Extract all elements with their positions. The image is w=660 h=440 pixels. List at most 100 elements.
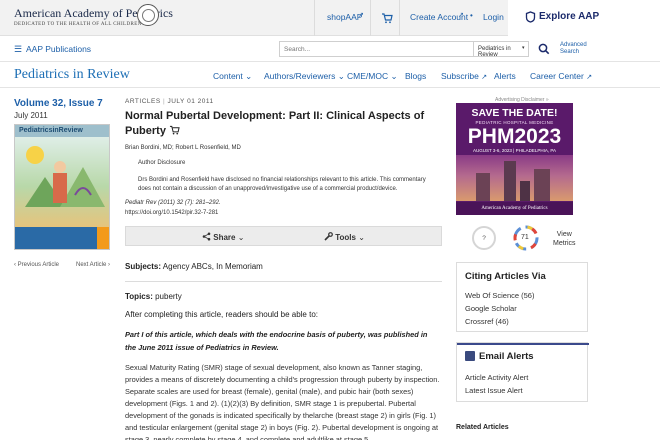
envelope-icon xyxy=(465,351,475,361)
article-type: ARTICLES xyxy=(125,98,161,105)
external-link-icon: ↗ xyxy=(358,12,364,19)
chevron-down-icon: ⌄ xyxy=(245,71,253,81)
altmetric-score: 71 xyxy=(521,234,529,241)
advanced-search-line2: Search xyxy=(560,49,580,55)
dimensions-badge[interactable]: ? xyxy=(472,226,496,250)
article-authors[interactable]: Brian Bordini, MD; Robert L Rosenfield, … xyxy=(125,145,241,151)
article-title: Normal Pubertal Development: Part II: Cl… xyxy=(125,109,425,139)
divider xyxy=(370,0,371,36)
nav-cme-moc[interactable]: CME/MOC ⌄ xyxy=(347,71,398,82)
cart-icon[interactable] xyxy=(169,125,180,135)
view-metrics-line1: View xyxy=(556,231,572,238)
topics-label: Topics: xyxy=(125,292,153,301)
external-link-icon: ↗ xyxy=(586,74,593,81)
author-disclosure-text: Drs Bordini and Rosenfield have disclose… xyxy=(138,177,426,192)
ad-big-text: PHM2023 xyxy=(467,125,562,148)
explore-icon xyxy=(525,11,536,23)
citing-articles-panel: Citing Articles Via Web Of Science (56) … xyxy=(456,262,588,332)
search-scope-select[interactable]: Pediatrics in Review ▾ xyxy=(473,42,528,58)
aap-seal-icon xyxy=(137,4,159,26)
learning-objectives-intro: After completing this article, readers s… xyxy=(125,310,318,319)
ad-headline: SAVE THE DATE! xyxy=(471,107,558,119)
nav-authors-reviewers[interactable]: Authors/Reviewers ⌄ xyxy=(264,71,345,82)
divider xyxy=(125,281,442,282)
email-alerts-heading: Email Alerts xyxy=(479,351,534,362)
nav-subscribe[interactable]: Subscribe ↗ xyxy=(441,71,487,81)
subjects-value[interactable]: Agency ABCs, In Memoriam xyxy=(163,262,263,271)
cover-artwork xyxy=(15,137,109,227)
advanced-search-line1: Advanced xyxy=(560,42,587,48)
article-date: JULY 01 2011 xyxy=(167,98,214,105)
latest-issue-alert-link[interactable]: Latest Issue Alert xyxy=(465,386,523,395)
share-label: Share xyxy=(213,233,236,242)
top-bar: American Academy of Pediatrics DEDICATED… xyxy=(0,0,660,36)
article-doi-link[interactable]: https://doi.org/10.1542/pir.32-7-281 xyxy=(125,210,218,216)
next-article-link[interactable]: Next Article › xyxy=(76,262,110,268)
hamburger-menu-icon[interactable]: ☰ xyxy=(14,44,22,55)
related-articles-heading: Related Articles xyxy=(456,424,509,431)
google-scholar-link[interactable]: Google Scholar xyxy=(465,304,517,313)
subjects-label: Subjects: xyxy=(125,262,162,271)
issue-volume-link[interactable]: Volume 32, Issue 7 xyxy=(14,98,103,109)
wrench-icon xyxy=(324,232,333,241)
share-icon xyxy=(202,232,211,241)
ad-city-skyline xyxy=(456,155,573,201)
publications-bar: ☰ AAP Publications Pediatrics in Review … xyxy=(0,36,660,62)
panel-accent xyxy=(457,343,589,345)
chevron-down-icon: ⌄ xyxy=(358,233,365,242)
external-link-icon: ↗ xyxy=(481,74,488,81)
author-disclosure-heading: Author Disclosure xyxy=(138,160,186,166)
divider xyxy=(399,0,400,36)
view-metrics-line2: Metrics xyxy=(553,240,576,247)
search-scope-value: Pediatrics in Review xyxy=(478,46,511,58)
article-citation: Pediatr Rev (2011) 32 (7): 281–292. xyxy=(125,200,221,206)
nav-career-center[interactable]: Career Center ↗ xyxy=(530,71,592,81)
article-subjects: Subjects: Agency ABCs, In Memoriam xyxy=(125,262,263,271)
article-body-paragraph: Sexual Maturity Rating (SMR) stage of se… xyxy=(125,363,440,440)
altmetric-badge[interactable]: 71 xyxy=(512,224,540,252)
chevron-down-icon: ⌄ xyxy=(237,233,245,242)
ad-dates: AUGUST 3-6, 2023 | PHILADELPHIA, PA xyxy=(472,148,557,153)
tools-label: Tools xyxy=(335,233,356,242)
aap-publications-link[interactable]: AAP Publications xyxy=(26,44,91,54)
cover-title: PediatricsinReview xyxy=(15,125,109,137)
article-action-bar: Share ⌄ Tools ⌄ xyxy=(125,226,442,246)
journal-title[interactable]: Pediatrics in Review xyxy=(14,67,130,83)
login-link[interactable]: Login xyxy=(483,12,504,22)
article-topics: Topics: puberty xyxy=(125,292,182,301)
explore-aap-label: Explore AAP xyxy=(539,11,600,22)
tools-button[interactable]: Tools ⌄ xyxy=(324,232,365,242)
nav-content[interactable]: Content ⌄ xyxy=(213,71,252,82)
view-metrics-link[interactable]: View Metrics xyxy=(553,230,576,248)
chevron-down-icon: ⌄ xyxy=(337,71,345,81)
topics-value[interactable]: puberty xyxy=(155,292,182,301)
nav-blogs[interactable]: Blogs xyxy=(405,71,426,81)
issue-cover-image[interactable]: PediatricsinReview xyxy=(14,124,110,250)
ad-sponsor: American Academy of Pediatrics xyxy=(456,202,573,215)
phm2023-advertisement[interactable]: SAVE THE DATE! PEDIATRIC HOSPITAL MEDICI… xyxy=(456,103,573,215)
article-activity-alert-link[interactable]: Article Activity Alert xyxy=(465,373,528,382)
search-icon[interactable] xyxy=(538,42,552,56)
divider xyxy=(314,0,315,36)
issue-month: July 2011 xyxy=(14,111,48,120)
chevron-down-icon: ⌄ xyxy=(390,71,398,81)
nav-alerts[interactable]: Alerts xyxy=(494,71,516,81)
article-meta: ARTICLES | JULY 01 2011 xyxy=(125,98,214,105)
citing-articles-heading: Citing Articles Via xyxy=(465,271,546,282)
cart-icon[interactable] xyxy=(381,11,393,29)
chevron-down-icon: ▾ xyxy=(522,45,525,51)
advanced-search-link[interactable]: Advanced Search xyxy=(560,42,587,56)
search-input[interactable] xyxy=(280,42,473,56)
crossref-link[interactable]: Crossref (46) xyxy=(465,317,509,326)
share-button[interactable]: Share ⌄ xyxy=(202,232,244,242)
search-box: Pediatrics in Review ▾ xyxy=(279,41,529,58)
explore-aap-button[interactable]: Explore AAP xyxy=(508,0,660,36)
web-of-science-link[interactable]: Web Of Science (56) xyxy=(465,291,534,300)
email-alerts-panel: Email Alerts Article Activity Alert Late… xyxy=(456,342,589,402)
journal-nav: Pediatrics in Review Content ⌄ Authors/R… xyxy=(0,62,660,88)
previous-article-link[interactable]: ‹ Previous Article xyxy=(14,262,59,268)
external-link-icon: ↗ xyxy=(458,12,464,19)
part1-note: Part I of this article, which deals with… xyxy=(125,330,428,352)
separator-dot: • xyxy=(470,11,473,20)
cover-strip xyxy=(15,227,109,249)
